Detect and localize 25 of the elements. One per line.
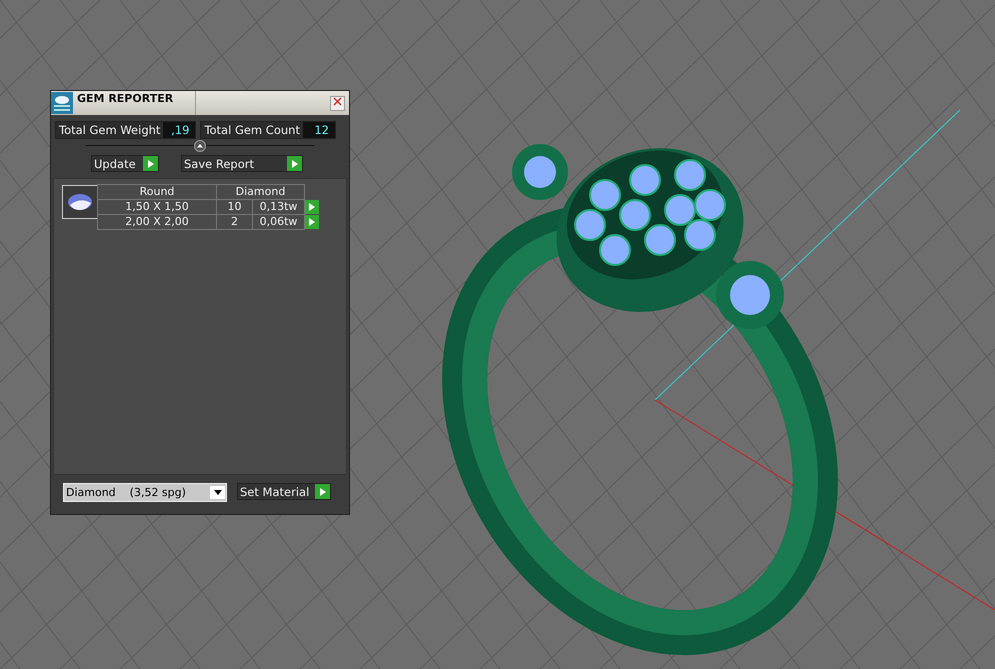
action-button[interactable]: Save Report: [181, 155, 303, 172]
play-arrow-icon: [320, 488, 326, 496]
row-go-button[interactable]: [305, 215, 319, 229]
close-icon: [333, 96, 342, 106]
collapse-handle-icon[interactable]: [194, 140, 206, 152]
material-dropdown[interactable]: Diamond (3,52 spg): [63, 483, 227, 502]
column-header: Round: [97, 184, 217, 200]
table-cell: 2,00 X 2,00: [97, 214, 217, 230]
table-cell: 0,06tw: [252, 214, 305, 230]
gem-app-icon: [51, 92, 73, 114]
set-material-button[interactable]: Set Material: [237, 483, 331, 500]
stat-value: ,19: [163, 122, 196, 138]
dropdown-caret-icon: [214, 490, 222, 495]
action-button[interactable]: Update: [91, 155, 159, 172]
table-cell: 2: [216, 214, 253, 230]
play-arrow-icon: [292, 160, 298, 168]
play-arrow-icon: [148, 160, 154, 168]
close-button[interactable]: [330, 96, 345, 110]
stat-label: Total Gem Weight: [58, 122, 162, 138]
round-gem-icon: [67, 193, 93, 211]
column-header: Diamond: [216, 184, 305, 200]
panel-title: GEM REPORTER: [73, 91, 196, 115]
stat-value: 12: [302, 122, 335, 138]
row-go-button[interactable]: [305, 200, 319, 214]
stat-label: Total Gem Count: [203, 122, 301, 138]
